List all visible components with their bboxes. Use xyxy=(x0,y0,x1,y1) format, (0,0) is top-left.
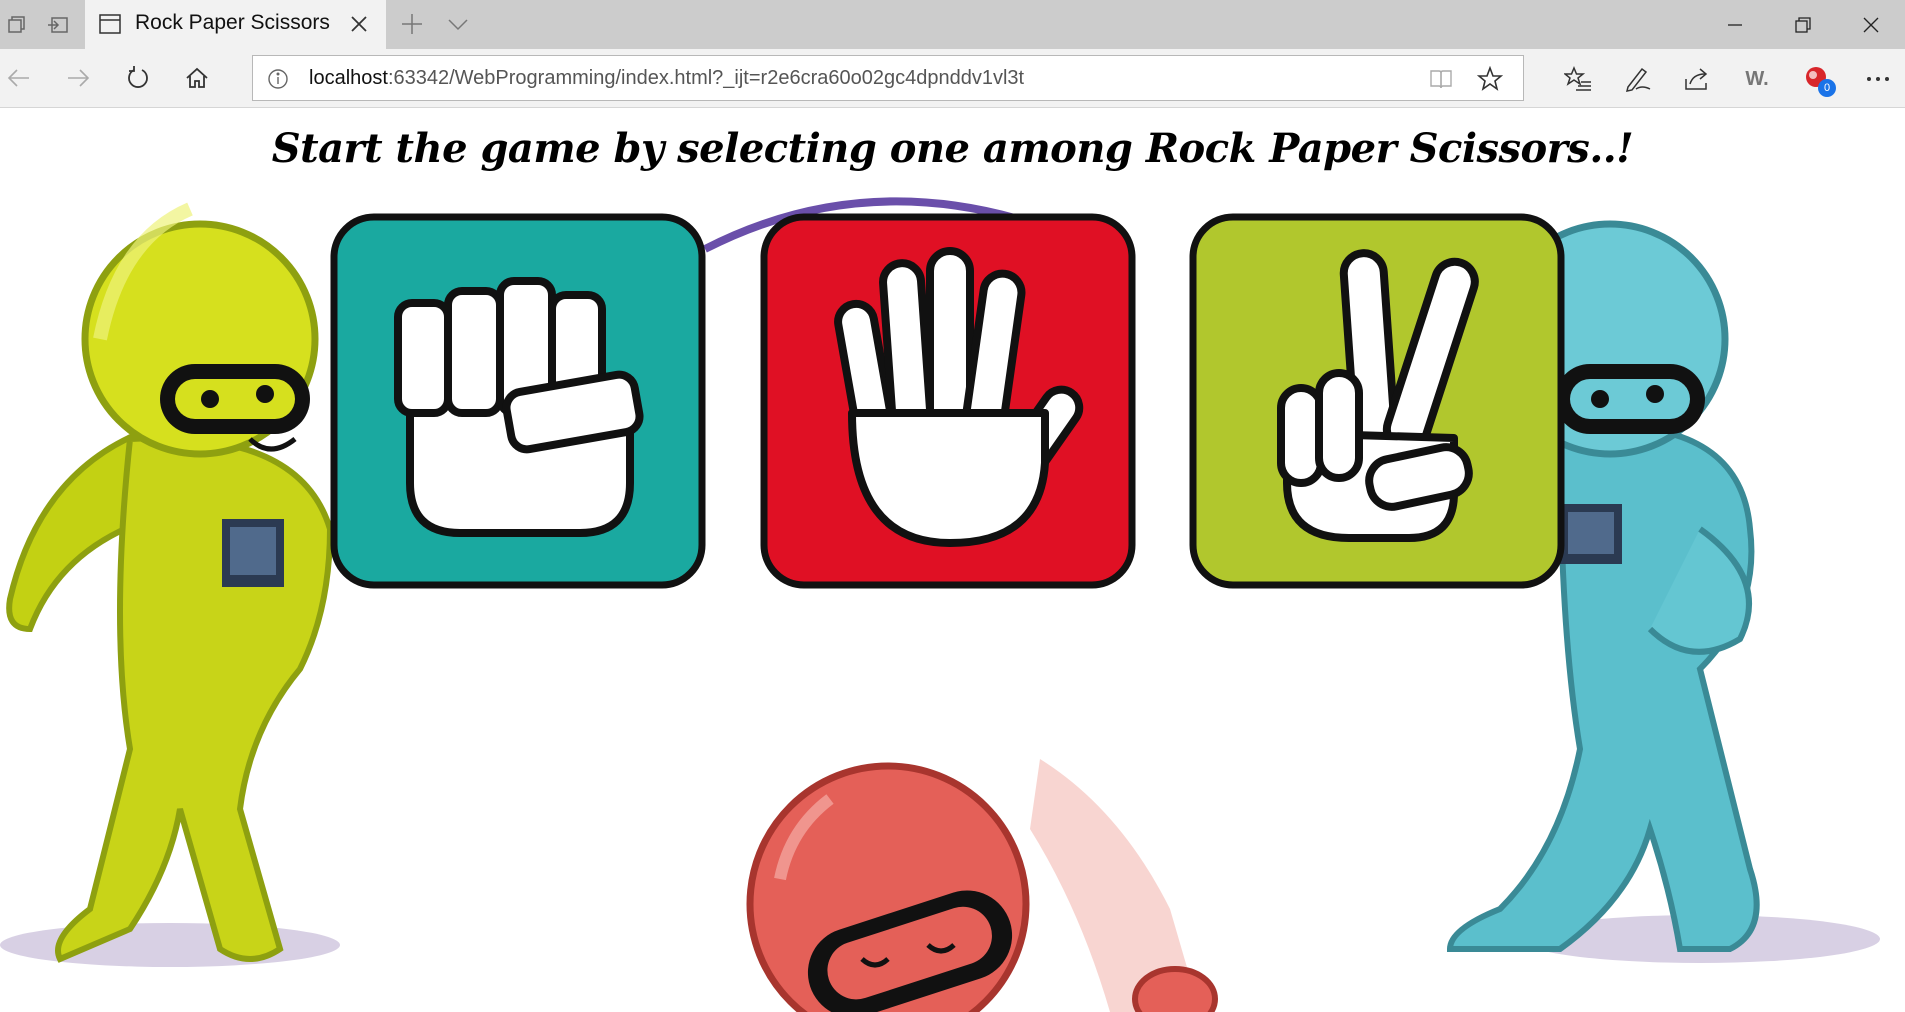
extension-w-icon[interactable]: W. xyxy=(1741,63,1773,95)
active-tab[interactable]: Rock Paper Scissors xyxy=(85,0,386,49)
extension-badge: 0 xyxy=(1818,79,1836,97)
reading-view-icon[interactable] xyxy=(1429,67,1453,95)
site-info-icon[interactable] xyxy=(267,68,289,94)
favorites-hub-icon[interactable] xyxy=(1562,63,1594,95)
scissors-peace-hand-icon xyxy=(1189,213,1565,589)
address-bar[interactable]: localhost:63342/WebProgramming/index.htm… xyxy=(252,55,1524,101)
refresh-icon[interactable] xyxy=(123,63,153,93)
red-character-illustration xyxy=(746,759,1218,1012)
extension-red-icon[interactable]: 0 xyxy=(1800,63,1836,97)
url-path: :63342/WebProgramming/index.html?_ijt=r2… xyxy=(387,67,1025,89)
url-text[interactable]: localhost:63342/WebProgramming/index.htm… xyxy=(309,67,1024,90)
forward-arrow-icon[interactable] xyxy=(63,63,93,93)
tab-bar: Rock Paper Scissors xyxy=(0,0,1905,49)
more-options-icon[interactable] xyxy=(1862,63,1894,95)
share-icon[interactable] xyxy=(1681,63,1713,95)
tabs-aside-icon[interactable] xyxy=(46,13,70,37)
home-icon[interactable] xyxy=(182,63,212,93)
address-toolbar: localhost:63342/WebProgramming/index.htm… xyxy=(0,49,1905,108)
tab-title: Rock Paper Scissors xyxy=(135,11,330,34)
page-icon xyxy=(99,14,121,38)
paper-button[interactable] xyxy=(760,213,1136,589)
rock-fist-icon xyxy=(330,213,706,589)
tab-list-chevron-down-icon[interactable] xyxy=(446,12,470,40)
restore-icon[interactable] xyxy=(1773,8,1833,42)
favorite-star-icon[interactable] xyxy=(1476,65,1504,96)
web-note-pen-icon[interactable] xyxy=(1622,63,1654,95)
set-aside-tabs-icon[interactable] xyxy=(6,13,30,37)
url-host: localhost xyxy=(309,67,388,89)
close-tab-icon[interactable] xyxy=(349,14,369,38)
extension-w-label: W. xyxy=(1745,67,1769,90)
paper-hand-icon xyxy=(760,213,1136,589)
page-heading: Start the game by selecting one among Ro… xyxy=(271,125,1634,172)
yellow-character-illustration xyxy=(6,202,334,963)
rock-button[interactable] xyxy=(330,213,706,589)
scissors-button[interactable] xyxy=(1189,213,1565,589)
page-content: Start the game by selecting one among Ro… xyxy=(0,109,1905,1012)
new-tab-icon[interactable] xyxy=(400,12,424,40)
close-window-icon[interactable] xyxy=(1841,8,1901,42)
minimize-icon[interactable] xyxy=(1705,8,1765,42)
back-arrow-icon[interactable] xyxy=(4,63,34,93)
